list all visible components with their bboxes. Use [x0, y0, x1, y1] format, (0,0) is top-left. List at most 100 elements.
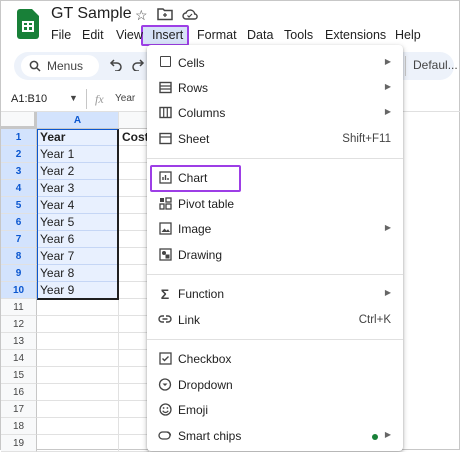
- cell-b[interactable]: [119, 231, 149, 248]
- menu-item-cells[interactable]: Cells ▶: [147, 52, 403, 76]
- menu-view[interactable]: View: [116, 27, 143, 43]
- row-header[interactable]: 7: [1, 231, 37, 248]
- menu-item-label: Chart: [178, 171, 208, 185]
- cell-b[interactable]: [119, 146, 149, 163]
- cell-b[interactable]: [119, 214, 149, 231]
- row-header[interactable]: 15: [1, 367, 37, 384]
- redo-icon[interactable]: [131, 57, 145, 74]
- undo-icon[interactable]: [109, 57, 123, 74]
- cell-b[interactable]: [119, 163, 149, 180]
- row-header[interactable]: 10: [1, 282, 37, 299]
- menu-item-label: Rows: [178, 81, 209, 95]
- cell-a[interactable]: [37, 350, 119, 367]
- menu-item-smart-chips[interactable]: Smart chips ▶: [147, 425, 403, 449]
- cell-b[interactable]: [119, 299, 149, 316]
- menu-file[interactable]: File: [51, 27, 71, 43]
- menu-divider: [147, 274, 403, 275]
- cell-b[interactable]: [119, 180, 149, 197]
- cell-b[interactable]: [119, 384, 149, 401]
- menu-item-drawing[interactable]: Drawing: [147, 244, 403, 268]
- menu-item-label: Link: [178, 313, 201, 327]
- row-header[interactable]: 18: [1, 418, 37, 435]
- row-header[interactable]: 2: [1, 146, 37, 163]
- name-box[interactable]: A1:B10: [11, 93, 47, 105]
- menu-insert[interactable]: Insert: [152, 27, 183, 43]
- row-header[interactable]: 3: [1, 163, 37, 180]
- row-header[interactable]: 16: [1, 384, 37, 401]
- font-selector[interactable]: Defaul...: [413, 58, 458, 72]
- menu-tools[interactable]: Tools: [284, 27, 313, 43]
- menu-help[interactable]: Help: [395, 27, 421, 43]
- menu-item-rows[interactable]: Rows ▶: [147, 77, 403, 101]
- cell-b[interactable]: [119, 316, 149, 333]
- cell-a[interactable]: [37, 435, 119, 452]
- cell-a[interactable]: [37, 384, 119, 401]
- menu-item-function[interactable]: Σ Function ▶: [147, 283, 403, 307]
- rows-icon: [158, 81, 172, 95]
- column-header-b[interactable]: [119, 112, 149, 129]
- menu-edit[interactable]: Edit: [82, 27, 104, 43]
- cell-b[interactable]: [119, 265, 149, 282]
- cell-b[interactable]: [119, 367, 149, 384]
- cell-b[interactable]: [119, 435, 149, 452]
- menu-item-dropdown[interactable]: Dropdown: [147, 374, 403, 398]
- menu-item-pivot-table[interactable]: Pivot table: [147, 193, 403, 217]
- row-header[interactable]: 19: [1, 435, 37, 452]
- menu-extensions[interactable]: Extensions: [325, 27, 386, 43]
- menu-data[interactable]: Data: [247, 27, 273, 43]
- menu-item-chart[interactable]: Chart: [147, 167, 403, 191]
- row-header[interactable]: 6: [1, 214, 37, 231]
- submenu-arrow-icon: ▶: [384, 107, 391, 116]
- row-header[interactable]: 17: [1, 401, 37, 418]
- cell-a[interactable]: [37, 299, 119, 316]
- menu-item-label: Image: [178, 222, 212, 236]
- cell-b[interactable]: [119, 282, 149, 299]
- cell-b[interactable]: [119, 248, 149, 265]
- sheets-logo[interactable]: [17, 9, 39, 39]
- menu-item-checkbox[interactable]: Checkbox: [147, 348, 403, 372]
- cell-a[interactable]: [37, 418, 119, 435]
- cloud-status-icon[interactable]: [182, 7, 198, 23]
- cell-b[interactable]: Cost: [119, 129, 149, 146]
- chart-icon: [158, 171, 172, 185]
- cell-b[interactable]: [119, 350, 149, 367]
- row-header[interactable]: 13: [1, 333, 37, 350]
- row-header[interactable]: 4: [1, 180, 37, 197]
- row-header[interactable]: 8: [1, 248, 37, 265]
- star-icon[interactable]: ☆: [135, 7, 148, 24]
- move-to-folder-icon[interactable]: [157, 7, 173, 24]
- emoji-icon: [158, 403, 172, 417]
- menus-search[interactable]: Menus: [21, 55, 99, 77]
- cell-b[interactable]: [119, 401, 149, 418]
- formula-input[interactable]: Year: [115, 93, 135, 104]
- cell-a[interactable]: [37, 333, 119, 350]
- column-header-a[interactable]: A: [37, 112, 119, 129]
- menu-item-columns[interactable]: Columns ▶: [147, 102, 403, 126]
- row-header[interactable]: 11: [1, 299, 37, 316]
- select-all-corner[interactable]: [1, 112, 37, 129]
- menu-item-sheet[interactable]: Sheet Shift+F11: [147, 128, 403, 152]
- row-header[interactable]: 1: [1, 129, 37, 146]
- submenu-arrow-icon: ▶: [384, 57, 391, 66]
- row-header[interactable]: 5: [1, 197, 37, 214]
- menu-item-emoji[interactable]: Emoji: [147, 399, 403, 423]
- chevron-down-icon[interactable]: ▼: [69, 93, 78, 103]
- cell-a[interactable]: [37, 401, 119, 418]
- cell-b[interactable]: [119, 197, 149, 214]
- cell-b[interactable]: [119, 418, 149, 435]
- cell-a[interactable]: [37, 367, 119, 384]
- cell-b[interactable]: [119, 333, 149, 350]
- row-header[interactable]: 14: [1, 350, 37, 367]
- doc-title[interactable]: GT Sample: [51, 5, 132, 23]
- menu-item-label: Checkbox: [178, 352, 232, 366]
- dropdown-icon: [158, 378, 172, 392]
- menu-item-link[interactable]: Link Ctrl+K: [147, 309, 403, 333]
- smart-chips-icon: [158, 429, 172, 443]
- row-header[interactable]: 9: [1, 265, 37, 282]
- menu-item-label: Smart chips: [178, 429, 242, 443]
- columns-icon: [158, 106, 172, 120]
- cell-a[interactable]: [37, 316, 119, 333]
- menu-item-image[interactable]: Image ▶: [147, 218, 403, 242]
- menu-format[interactable]: Format: [197, 27, 237, 43]
- row-header[interactable]: 12: [1, 316, 37, 333]
